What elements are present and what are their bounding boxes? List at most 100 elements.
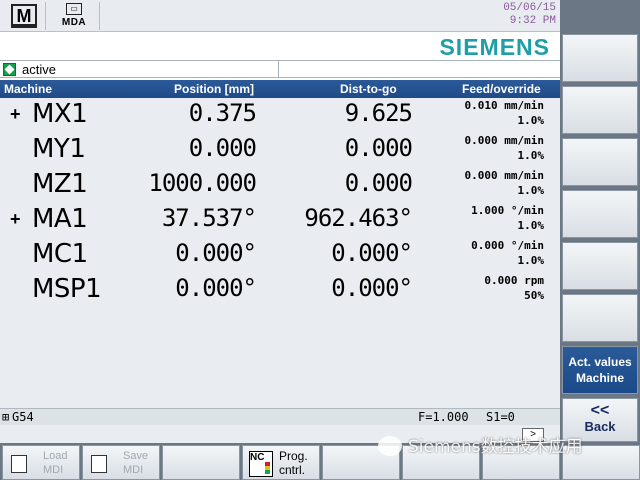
nc-icon-text: NC	[250, 452, 265, 463]
axis-active-marker: +	[10, 209, 21, 229]
machine-mode-icon: M	[11, 4, 37, 28]
axis-feed: 0.000 rpm 50%	[484, 273, 544, 303]
status-divider	[278, 61, 279, 78]
axis-position: 0.000°	[175, 274, 257, 302]
table-row: MY1 0.000 0.000 0.000 mm/min 1.0%	[0, 133, 560, 168]
axis-name: MC1	[32, 239, 88, 269]
softkey-v2[interactable]	[562, 86, 638, 134]
softkey-h3[interactable]	[162, 445, 240, 480]
axis-name: MZ1	[32, 169, 88, 199]
axis-feed: 1.000 °/min 1.0%	[471, 203, 544, 233]
status-footer: ⊞ G54 F=1.000 S1=0	[0, 408, 560, 425]
prog-cntrl-button[interactable]: NC Prog. cntrl.	[242, 445, 320, 480]
back-chevron-icon: <<	[590, 402, 610, 419]
axis-feed: 0.000 mm/min 1.0%	[465, 168, 544, 198]
axis-dist-to-go: 0.000°	[331, 239, 413, 267]
override-value: 1.0%	[517, 114, 545, 127]
axis-table: + MX1 0.375 9.625 0.010 mm/min 1.0% MY1 …	[0, 98, 560, 408]
back-label: Back	[584, 419, 616, 434]
prog-cntrl-label: Prog. cntrl.	[279, 449, 308, 477]
axis-position: 1000.000	[148, 169, 257, 197]
axis-name: MA1	[32, 204, 88, 234]
override-value: 50%	[524, 289, 544, 302]
feed-value: 0.000 rpm	[484, 274, 544, 287]
watermark-text: Siemens数控技术应用	[408, 437, 583, 457]
table-row: MZ1 1000.000 0.000 0.000 mm/min 1.0%	[0, 168, 560, 203]
override-value: 1.0%	[517, 149, 545, 162]
spindle-status-text: S1=0	[486, 410, 515, 424]
table-header: Machine Position [mm] Dist-to-go Feed/ov…	[0, 80, 560, 98]
save-file-icon	[91, 455, 107, 473]
vertical-softkey-bar: Act. values Machine << Back	[560, 0, 640, 480]
save-mdi-sub-label: MDI	[123, 464, 144, 476]
header-dtg: Dist-to-go	[340, 82, 397, 96]
channel-status-text: active	[22, 62, 56, 77]
header-position: Position [mm]	[174, 82, 254, 96]
feed-value: 0.000 °/min	[471, 239, 544, 252]
watermark: Siemens数控技术应用	[378, 432, 583, 457]
time-text: 9:32 PM	[509, 15, 556, 27]
save-label: Save	[123, 450, 149, 462]
axis-feed: 0.010 mm/min 1.0%	[465, 98, 544, 128]
axis-name: MSP1	[32, 274, 102, 304]
mda-label: MDA	[61, 17, 87, 28]
nc-program-icon: NC	[249, 451, 273, 477]
axis-feed: 0.000 °/min 1.0%	[471, 238, 544, 268]
axis-feed: 0.000 mm/min 1.0%	[465, 133, 544, 163]
axis-dist-to-go: 0.000	[344, 169, 413, 197]
header-feed: Feed/override	[462, 82, 541, 96]
axis-dist-to-go: 962.463°	[304, 204, 413, 232]
date-text: 05/06/15	[503, 2, 556, 14]
header-machine: Machine	[4, 82, 53, 96]
mda-window-icon: ▭	[66, 3, 82, 15]
table-row: + MA1 37.537° 962.463° 1.000 °/min 1.0%	[0, 203, 560, 238]
load-mdi-sub-label: MDI	[43, 464, 64, 476]
axis-dist-to-go: 0.000°	[331, 274, 413, 302]
override-value: 1.0%	[517, 184, 545, 197]
siemens-logo: SIEMENS	[439, 34, 550, 60]
brand-bar: SIEMENS	[0, 32, 560, 60]
axis-dist-to-go: 0.000	[344, 134, 413, 162]
table-row: + MX1 0.375 9.625 0.010 mm/min 1.0%	[0, 98, 560, 133]
active-status-icon	[3, 63, 16, 76]
softkey-v1[interactable]	[562, 34, 638, 82]
feed-value: 0.000 mm/min	[464, 169, 544, 182]
override-value: 1.0%	[517, 254, 545, 267]
feed-value: 0.010 mm/min	[464, 99, 544, 112]
prog-label: Prog.	[279, 449, 308, 463]
table-row: MC1 0.000° 0.000° 0.000 °/min 1.0%	[0, 238, 560, 273]
load-mdi-button[interactable]: Load MDI	[2, 445, 80, 480]
feed-value: 0.000 mm/min	[464, 134, 544, 147]
feed-status-text: F=1.000	[418, 410, 469, 424]
channel-status-row: active	[0, 60, 560, 78]
mode-machine-button[interactable]: M	[2, 2, 46, 30]
frame-icon: ⊞	[2, 410, 10, 424]
save-mdi-button[interactable]: Save MDI	[82, 445, 160, 480]
nc-signal-bars-icon	[265, 462, 270, 474]
act-values-label: Act. values	[568, 355, 632, 369]
datetime: 05/06/15 9:32 PM	[503, 2, 556, 28]
mode-mda-button[interactable]: ▭ MDA	[48, 2, 100, 30]
load-mdi-label: Load MDI	[43, 449, 67, 477]
load-file-icon	[11, 455, 27, 473]
softkey-v3[interactable]	[562, 138, 638, 186]
table-row: MSP1 0.000° 0.000° 0.000 rpm 50%	[0, 273, 560, 308]
axis-name: MY1	[32, 134, 86, 164]
axis-position: 0.000°	[175, 239, 257, 267]
feed-value: 1.000 °/min	[471, 204, 544, 217]
softkey-v6[interactable]	[562, 294, 638, 342]
axis-position: 0.000	[188, 134, 257, 162]
override-value: 1.0%	[517, 219, 545, 232]
axis-position: 0.375	[188, 99, 257, 127]
softkey-v4[interactable]	[562, 190, 638, 238]
work-offset-text: G54	[12, 410, 34, 424]
softkey-v5[interactable]	[562, 242, 638, 290]
act-values-machine-button[interactable]: Act. values Machine	[562, 346, 638, 394]
axis-name: MX1	[32, 99, 88, 129]
load-label: Load	[43, 450, 68, 462]
axis-position: 37.537°	[161, 204, 257, 232]
cntrl-label: cntrl.	[279, 463, 306, 477]
axis-dist-to-go: 9.625	[344, 99, 413, 127]
machine-label: Machine	[575, 371, 624, 385]
header-bar: M ▭ MDA 05/06/15 9:32 PM	[0, 0, 560, 32]
